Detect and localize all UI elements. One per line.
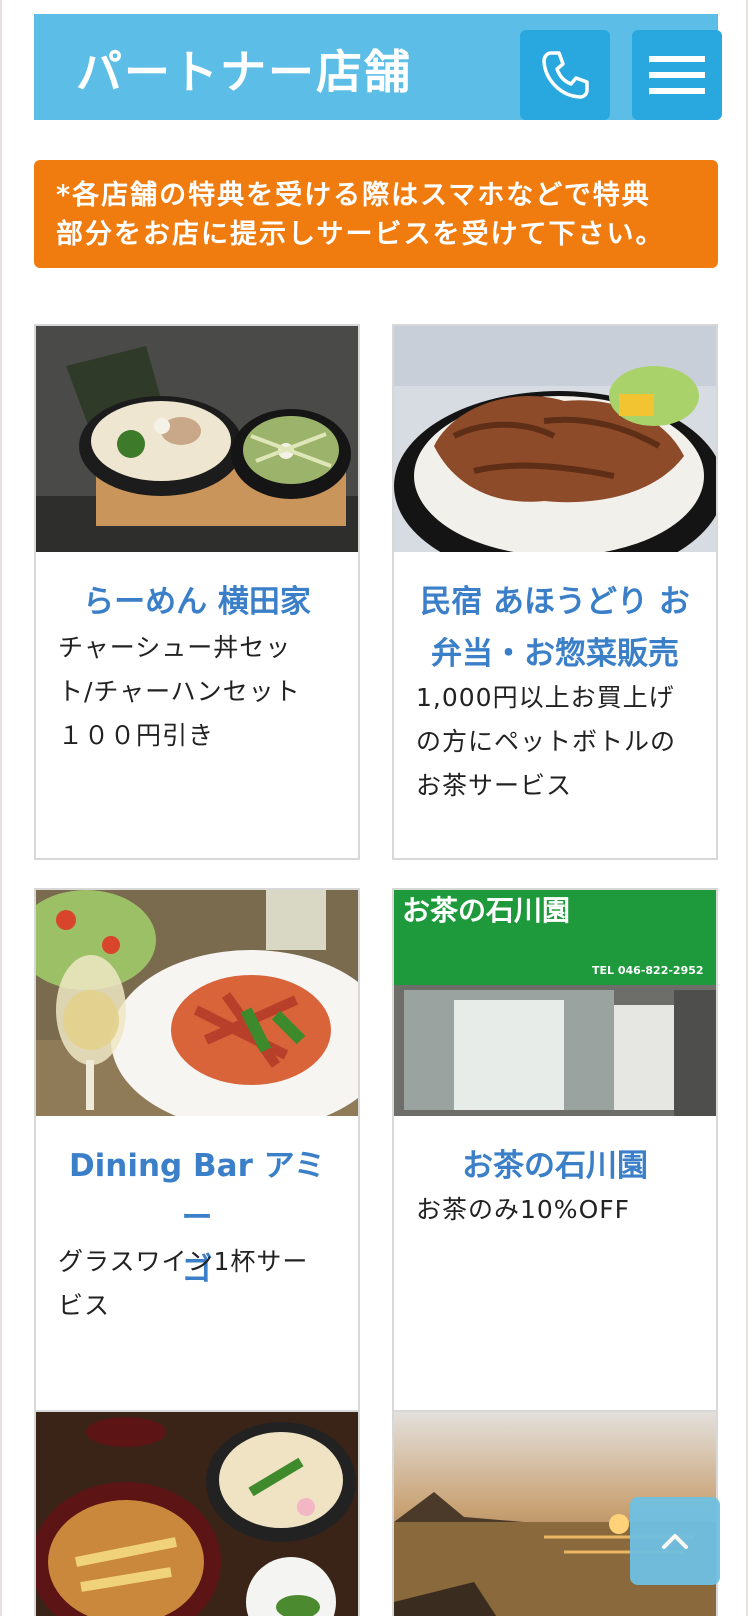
store-photo-ramen [36,326,358,552]
benefit-line: の方にペットボトルの [416,727,677,756]
store-title[interactable]: お茶の石川園 [394,1140,716,1192]
store-benefit: チャーシュー丼セッ ト/チャーハンセット １００円引き [58,626,338,758]
benefit-line: お茶サービス [416,771,573,800]
phone-icon [542,51,589,99]
store-card-ishikawaen[interactable]: お茶の石川園 TEL 046-822-2952 お茶の石川園 お茶のみ10%OF… [392,888,718,1424]
benefit-line: チャーシュー丼セッ [58,633,292,662]
store-card-yokotaya[interactable]: らーめん 横田家 チャーシュー丼セッ ト/チャーハンセット １００円引き [34,324,360,860]
shop-tel-text: TEL 046-822-2952 [592,964,704,977]
store-photo-pasta [36,890,358,1116]
notice-line-2: 部分をお店に提示しサービスを受けて下さい。 [56,219,665,250]
benefit-line: 1,000円以上お買上げ [416,683,675,712]
benefit-line: ト/チャーハンセット [58,677,301,706]
store-photo-tea-shop: お茶の石川園 TEL 046-822-2952 [394,890,716,1116]
benefit-line: グラスワイン1杯サー [58,1247,309,1276]
benefit-line: ビス [58,1291,111,1320]
store-benefit: 1,000円以上お買上げ の方にペットボトルの お茶サービス [416,676,696,808]
chevron-up-icon [662,1534,688,1549]
page: パートナー店舗 *各店舗の特典を受ける際はスマホなどで特典 部分をお店に提示しサ… [0,0,748,1616]
benefit-line: お茶のみ10%OFF [416,1195,631,1224]
page-title: パートナー店舗 [76,45,412,99]
store-title[interactable]: 民宿 あほうどり お 弁当・お惣菜販売 [394,576,716,680]
store-card-amigo[interactable]: Dining Bar アミー ゴ グラスワイン1杯サー ビス [34,888,360,1424]
page-header: パートナー店舗 [34,14,722,120]
store-title-line: 弁当・お惣菜販売 [431,636,679,672]
notice-banner: *各店舗の特典を受ける際はスマホなどで特典 部分をお店に提示しサービスを受けて下… [34,160,718,268]
store-title[interactable]: らーめん 横田家 [36,576,358,628]
store-title-line: Dining Bar アミー [68,1148,326,1236]
phone-button[interactable] [520,30,610,120]
menu-button[interactable] [632,30,722,120]
benefit-line: １００円引き [58,721,215,750]
store-card-ahoudori[interactable]: 民宿 あほうどり お 弁当・お惣菜販売 1,000円以上お買上げ の方にペットボ… [392,324,718,860]
store-benefit: グラスワイン1杯サー ビス [58,1240,338,1328]
store-benefit: お茶のみ10%OFF [416,1188,696,1232]
hamburger-menu-icon [649,56,705,94]
shop-sign-text: お茶の石川園 [402,894,570,927]
back-to-top-button[interactable] [630,1497,720,1585]
store-title-line: 民宿 あほうどり お [420,584,690,620]
store-card-katsudon[interactable] [34,1410,360,1616]
store-photo-katsudon [36,1412,358,1616]
store-photo-bento [394,326,716,552]
notice-line-1: *各店舗の特典を受ける際はスマホなどで特典 [56,180,651,211]
